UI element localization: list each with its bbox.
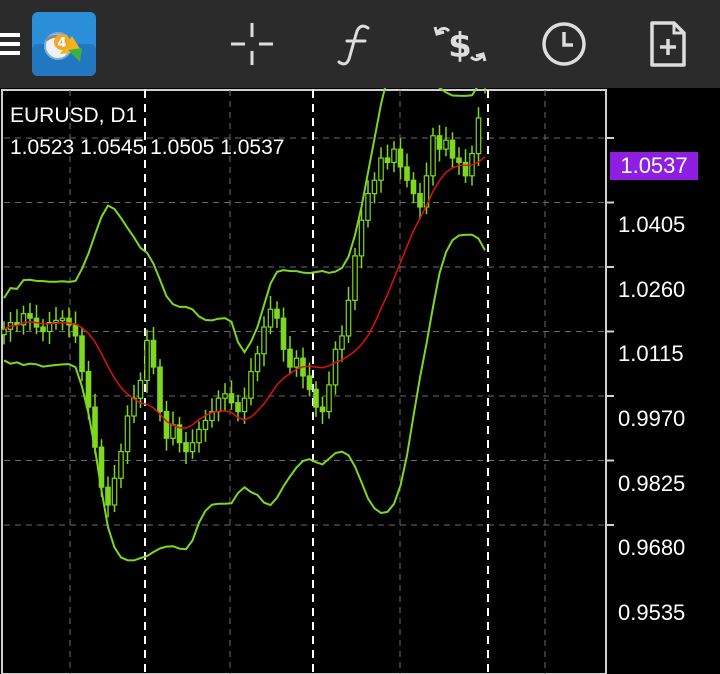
candle (261, 326, 267, 355)
candle (436, 135, 443, 150)
candle (150, 339, 157, 368)
document-plus-icon (650, 21, 686, 67)
candle (1, 328, 7, 336)
app-icon-button[interactable]: 4 (32, 0, 96, 88)
candle (319, 406, 326, 413)
candle (417, 193, 423, 208)
candle (345, 299, 352, 337)
candle (332, 348, 339, 386)
candle (40, 326, 46, 333)
candle (59, 317, 66, 321)
candle (241, 397, 248, 413)
candle (384, 157, 391, 164)
candle (397, 148, 404, 168)
candle (391, 148, 397, 164)
candle (462, 161, 469, 177)
candle (449, 139, 456, 159)
trade-button[interactable]: $ (430, 0, 490, 88)
candle (79, 335, 85, 373)
candle (85, 370, 92, 408)
dollar-trade-icon: $ (433, 26, 487, 66)
candle (313, 388, 319, 408)
candle (267, 308, 274, 328)
candle (215, 397, 222, 413)
price-level-label: 1.0260 (618, 277, 686, 302)
candle (72, 324, 79, 337)
indicators-button[interactable] (332, 0, 378, 88)
candle (475, 117, 482, 155)
candle (293, 357, 300, 368)
price-level-label: 0.9680 (618, 535, 686, 560)
candle (105, 486, 111, 506)
candle (326, 384, 332, 413)
price-level-label: 0.9825 (618, 471, 686, 496)
function-f-icon (337, 24, 370, 66)
price-level-label: 0.9970 (618, 406, 686, 431)
candle (254, 353, 261, 373)
price-level-label: 1.0405 (618, 212, 686, 237)
candle (404, 166, 410, 181)
candle (365, 193, 371, 221)
ohlc-label: 1.0523 1.0545 1.0505 1.0537 (10, 136, 285, 159)
candle (430, 135, 436, 177)
candle (53, 319, 59, 324)
toolbar: 4 $ (0, 0, 720, 88)
price-level-label: 1.0115 (618, 341, 684, 366)
candle (118, 451, 124, 479)
candle (170, 424, 176, 439)
candle (228, 393, 235, 404)
new-order-button[interactable] (646, 0, 690, 88)
candle (274, 308, 280, 319)
candle (196, 428, 202, 444)
price-level-label: 0.9535 (618, 600, 686, 625)
candle (339, 335, 345, 350)
metatrader-4-app-icon: 4 (32, 12, 96, 76)
candle (163, 410, 170, 439)
candle (378, 157, 384, 181)
candle (27, 313, 33, 319)
candle (280, 317, 287, 350)
candle (358, 219, 365, 257)
candle (131, 397, 137, 417)
candle (443, 139, 449, 150)
crosshair-button[interactable] (226, 0, 278, 88)
candle (137, 379, 144, 399)
plot-frame (1, 89, 607, 674)
candle (144, 339, 150, 382)
symbol-label: EURUSD, D1 (10, 104, 138, 127)
candle (222, 393, 228, 399)
candle (456, 157, 462, 164)
hamburger-menu-icon (0, 33, 20, 55)
candle (183, 442, 189, 453)
crosshair-icon (231, 23, 273, 65)
candle (287, 348, 293, 368)
current-price-label: 1.0537 (610, 152, 698, 180)
chart-area[interactable]: EURUSD, D1 1.0523 1.0545 1.0505 1.0537 1… (0, 88, 720, 674)
candle (352, 255, 358, 301)
candle (124, 415, 131, 453)
clock-icon (542, 22, 586, 66)
candle (111, 477, 118, 506)
candle (189, 442, 196, 453)
menu-button[interactable] (0, 0, 24, 88)
candle (235, 402, 241, 413)
svg-text:4: 4 (57, 36, 66, 51)
candle (157, 366, 163, 413)
period-button[interactable] (538, 0, 590, 88)
candle (202, 419, 209, 430)
candle (248, 370, 254, 399)
candle (306, 375, 313, 390)
svg-text:$: $ (448, 26, 472, 66)
candle (371, 179, 378, 195)
candle (410, 179, 417, 195)
